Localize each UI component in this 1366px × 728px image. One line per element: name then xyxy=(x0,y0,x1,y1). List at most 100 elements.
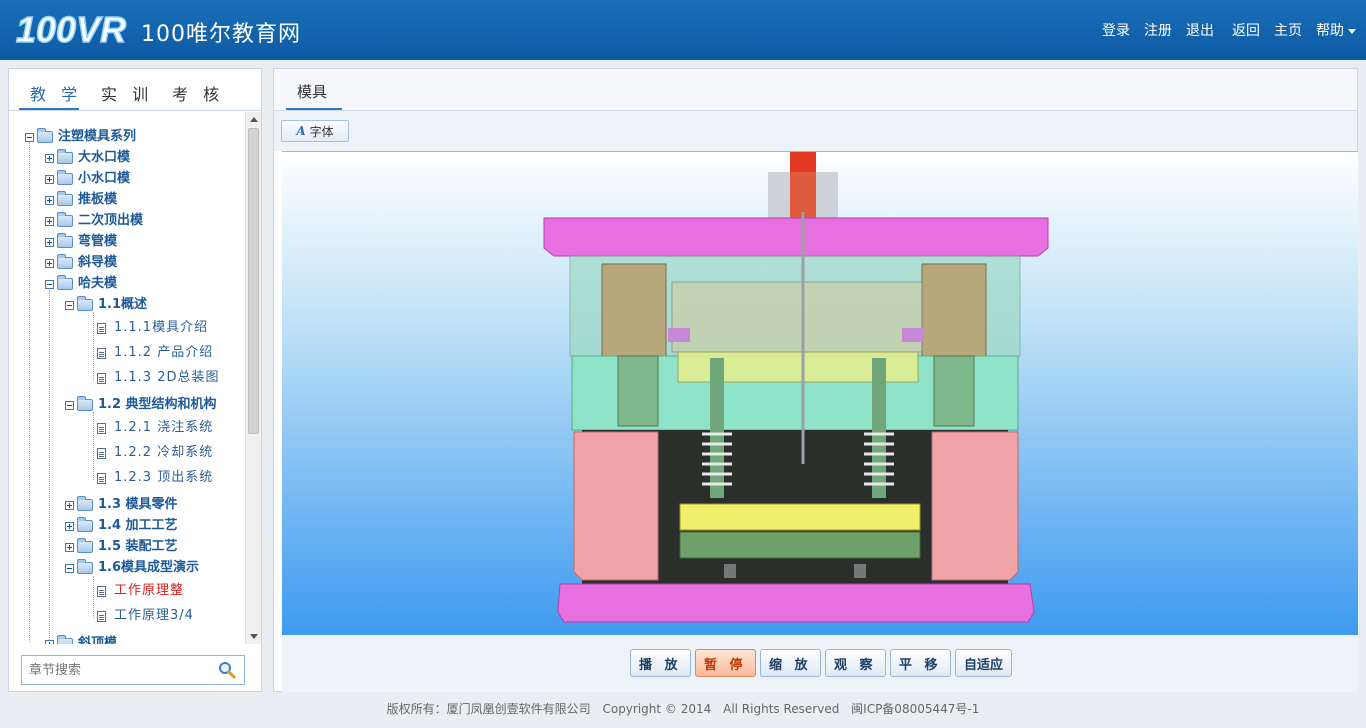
top-clamp-plate xyxy=(543,217,1049,257)
pause-button[interactable]: 暂 停 xyxy=(695,649,756,677)
tree-leaf[interactable]: 1.2.3 顶出系统 xyxy=(97,468,213,488)
document-icon xyxy=(97,610,106,622)
footer-owner: 版权所有：厦门凤凰创壹软件有限公司 xyxy=(386,702,591,716)
collapse-icon[interactable] xyxy=(65,300,74,310)
tree-item[interactable]: 小水口模 xyxy=(45,169,130,189)
document-icon xyxy=(97,585,106,597)
document-icon xyxy=(97,422,106,434)
tree-label: 1.2 典型结构和机构 xyxy=(98,397,217,412)
chapter-search-box xyxy=(21,655,245,685)
tree-item[interactable]: 弯管模 xyxy=(45,232,117,252)
tree-leaf[interactable]: 1.1.1模具介绍 xyxy=(97,318,208,338)
document-icon xyxy=(97,372,106,384)
tree-leaf[interactable]: 1.2.1 浇注系统 xyxy=(97,418,213,438)
scrollbar-thumb[interactable] xyxy=(248,128,259,434)
tree-root[interactable]: 注塑模具系列 xyxy=(25,127,136,147)
scroll-up-arrow-icon[interactable] xyxy=(250,117,258,122)
expand-icon[interactable] xyxy=(65,500,74,510)
tree-item[interactable]: 推板模 xyxy=(45,190,117,210)
tab-training[interactable]: 实 训 xyxy=(101,81,153,105)
fit-button[interactable]: 自适应 xyxy=(955,649,1013,677)
site-title: 100唯尔教育网 xyxy=(141,22,301,47)
nav-help[interactable]: 帮助 xyxy=(1316,20,1356,40)
pan-button[interactable]: 平 移 xyxy=(890,649,951,677)
footer-rights: All Rights Reserved xyxy=(723,702,840,716)
tab-teaching[interactable]: 教 学 xyxy=(30,81,82,105)
expand-icon[interactable] xyxy=(45,153,54,163)
tree-label: 二次顶出模 xyxy=(78,213,144,228)
expand-icon[interactable] xyxy=(45,174,54,184)
tree-guide xyxy=(49,290,50,642)
tree-item-hafu[interactable]: 哈夫模 xyxy=(45,274,117,294)
expand-icon[interactable] xyxy=(65,542,74,552)
tree-section[interactable]: 1.5 装配工艺 xyxy=(65,537,178,557)
font-button-label: 字体 xyxy=(309,124,334,139)
observe-button[interactable]: 观 察 xyxy=(825,649,886,677)
document-icon xyxy=(97,347,106,359)
tree-item[interactable]: 大水口模 xyxy=(45,148,130,168)
tree-leaf[interactable]: 工作原理3/4 xyxy=(97,606,194,626)
site-logo[interactable]: 100VR xyxy=(14,8,132,50)
tree-item[interactable]: 二次顶出模 xyxy=(45,211,143,231)
content-panel: 模具 A 字体 播 放 暂 停 缩 放 观 察 平 移 自适应 xyxy=(273,68,1358,692)
top-nav: 登录 注册 退出 返回 主页 帮助 xyxy=(1102,20,1356,40)
expand-icon[interactable] xyxy=(45,639,54,644)
footer-icp[interactable]: 闽ICP备08005447号-1 xyxy=(851,702,979,716)
stop-pin xyxy=(854,564,866,578)
folder-icon xyxy=(77,517,93,532)
tree-label: 1.2.3 顶出系统 xyxy=(114,470,214,485)
search-icon[interactable] xyxy=(218,661,236,679)
font-button[interactable]: A 字体 xyxy=(281,120,349,142)
tree-label: 斜导模 xyxy=(78,255,118,270)
tree-leaf[interactable]: 1.2.2 冷却系统 xyxy=(97,443,213,463)
tree-leaf[interactable]: 1.1.3 2D总装图 xyxy=(97,368,220,388)
font-icon: A xyxy=(296,124,306,138)
collapse-icon[interactable] xyxy=(25,132,34,142)
collapse-icon[interactable] xyxy=(65,563,74,573)
cavity-insert xyxy=(671,281,923,353)
tree-section[interactable]: 1.3 模具零件 xyxy=(65,495,178,515)
tree-label: 推板模 xyxy=(78,192,118,207)
tree-label: 1.6模具成型演示 xyxy=(98,560,200,575)
expand-icon[interactable] xyxy=(45,258,54,268)
chapter-tabs: 教 学 实 训 考 核 xyxy=(9,69,261,111)
chevron-down-icon xyxy=(1348,28,1356,34)
nav-logout[interactable]: 退出 xyxy=(1186,20,1214,40)
tree-label: 大水口模 xyxy=(78,150,131,165)
nav-home[interactable]: 主页 xyxy=(1274,20,1302,40)
tree-item[interactable]: 斜导模 xyxy=(45,253,117,273)
tree-section[interactable]: 1.2 典型结构和机构 xyxy=(65,395,217,415)
tree-label: 小水口模 xyxy=(78,171,131,186)
tree-section[interactable]: 1.4 加工工艺 xyxy=(65,516,178,536)
play-button[interactable]: 播 放 xyxy=(630,649,691,677)
folder-icon xyxy=(57,233,73,248)
tree-guide xyxy=(29,142,30,642)
collapse-icon[interactable] xyxy=(45,279,54,289)
nav-register[interactable]: 注册 xyxy=(1144,20,1172,40)
expand-icon[interactable] xyxy=(45,237,54,247)
nav-login[interactable]: 登录 xyxy=(1102,20,1130,40)
scroll-down-arrow-icon[interactable] xyxy=(250,634,258,639)
expand-icon[interactable] xyxy=(45,195,54,205)
zoom-button[interactable]: 缩 放 xyxy=(760,649,821,677)
tree-item[interactable]: 斜顶模 xyxy=(45,634,117,644)
chapter-search-input[interactable] xyxy=(22,656,202,684)
tree-leaf[interactable]: 1.1.2 产品介绍 xyxy=(97,343,213,363)
folder-icon xyxy=(77,496,93,511)
active-tab-indicator xyxy=(286,108,342,110)
tree-leaf-current[interactable]: 工作原理整 xyxy=(97,581,184,601)
folder-open-icon xyxy=(77,396,93,411)
collapse-icon[interactable] xyxy=(65,400,74,410)
tree-section[interactable]: 1.1概述 xyxy=(65,295,147,315)
tree-scrollbar[interactable] xyxy=(245,112,261,644)
expand-icon[interactable] xyxy=(45,216,54,226)
expand-icon[interactable] xyxy=(65,521,74,531)
tree-section[interactable]: 1.6模具成型演示 xyxy=(65,558,199,578)
3d-mold-viewport[interactable] xyxy=(282,151,1358,635)
guide-bushing-right xyxy=(921,263,987,357)
tab-mold[interactable]: 模具 xyxy=(297,81,327,102)
tab-assessment[interactable]: 考 核 xyxy=(172,81,224,105)
nav-back[interactable]: 返回 xyxy=(1232,20,1260,40)
tree-label: 1.3 模具零件 xyxy=(98,497,178,512)
tree-label: 哈夫模 xyxy=(78,276,118,291)
